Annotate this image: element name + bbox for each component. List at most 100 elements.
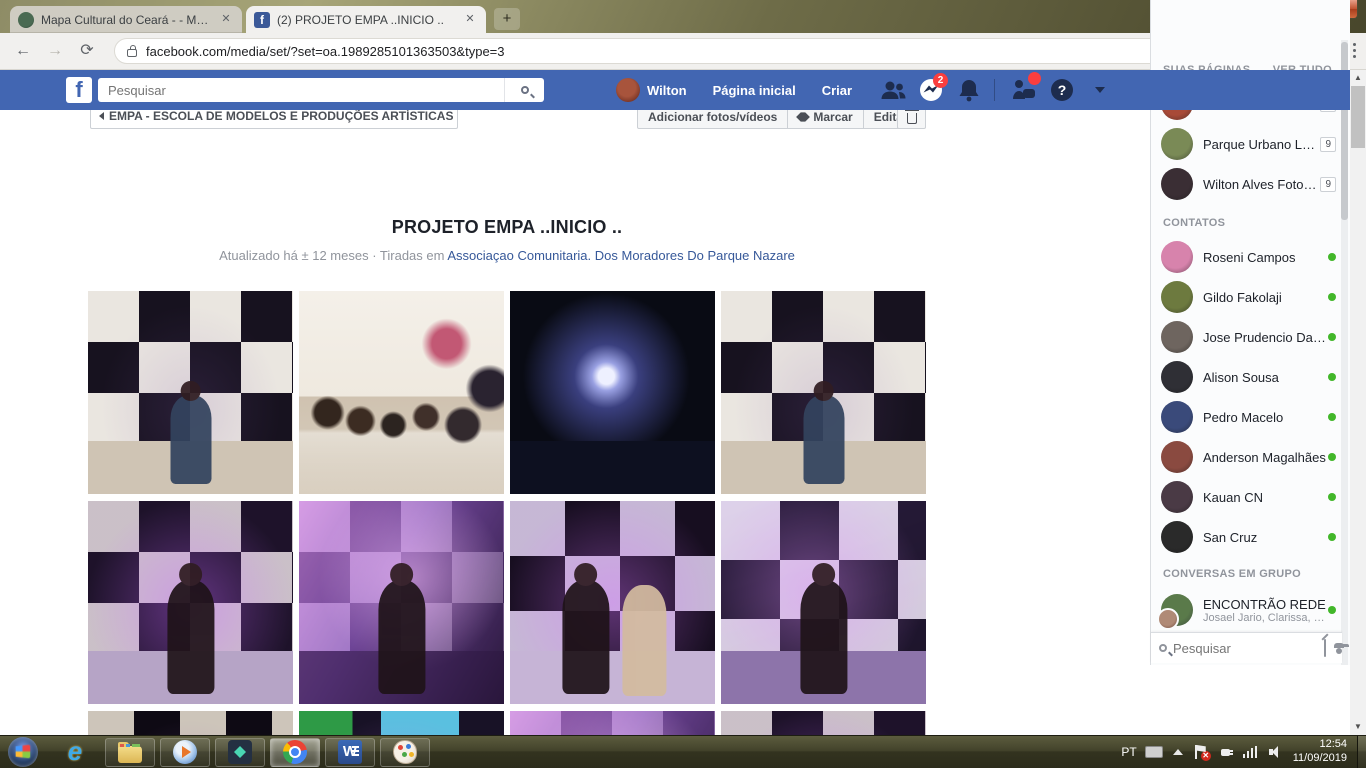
gaming-video-button[interactable] [1009, 76, 1039, 104]
taskbar-clock[interactable]: 12:54 11/09/2019 [1293, 738, 1347, 766]
contact-name: Pedro Macelo [1203, 410, 1328, 425]
address-bar[interactable]: facebook.com/media/set/?set=oa.198928510… [114, 38, 1265, 64]
contact-avatar [1161, 361, 1193, 393]
group-avatar [1161, 594, 1193, 626]
keyboard-icon[interactable] [1145, 746, 1163, 758]
album-photo[interactable] [721, 501, 926, 704]
photo-layer-glow [510, 711, 715, 735]
album-location-link[interactable]: Associaçao Comunitaria. Dos Moradores Do… [447, 248, 795, 263]
album-photo[interactable] [510, 291, 715, 494]
facebook-search[interactable] [98, 78, 544, 102]
media-player-icon [173, 740, 197, 764]
compose-icon [1324, 639, 1326, 657]
taskbar-app-paint[interactable] [380, 738, 430, 767]
home-link[interactable]: Página inicial [713, 83, 796, 98]
album-photo[interactable] [510, 711, 715, 735]
contact-item[interactable]: Roseni Campos [1161, 239, 1336, 275]
tab-mapa-cultural[interactable]: Mapa Cultural do Ceará - - Mapa ✕ [10, 6, 242, 33]
search-input[interactable] [98, 83, 504, 98]
contact-item[interactable]: Kauan CN [1161, 479, 1336, 515]
contact-item[interactable]: Gildo Fakolaji [1161, 279, 1336, 315]
online-dot [1328, 533, 1336, 541]
contact-item[interactable]: Anderson Magalhães [1161, 439, 1336, 475]
tab-facebook-album[interactable]: f (2) PROJETO EMPA ..INICIO .. ✕ [246, 6, 486, 33]
start-button[interactable] [8, 737, 38, 767]
profile-link[interactable]: Wilton [647, 83, 687, 98]
taskbar-app-word[interactable]: W [325, 738, 375, 767]
online-dot [1328, 453, 1336, 461]
album-photo[interactable] [88, 501, 293, 704]
album-photo[interactable] [88, 291, 293, 494]
group-chat-item[interactable]: ENCONTRÃO REDE ...Josael Jario, Clarissa… [1161, 590, 1336, 630]
taskbar-app-internet-explorer[interactable]: e [50, 738, 100, 767]
taskbar-app-filmora[interactable] [215, 738, 265, 767]
photo-layer-fig [378, 580, 425, 694]
page-item[interactable]: Wilton Alves Fotos/Fil...9 [1161, 166, 1336, 202]
page-avatar [1161, 128, 1193, 160]
contact-avatar [1161, 401, 1193, 433]
friend-requests-button[interactable] [878, 76, 908, 104]
hidden-icons-arrow[interactable] [1173, 749, 1183, 755]
album-photo[interactable] [299, 711, 504, 735]
taskbar: e W PT ✕ 12:54 11/09/2019 [0, 735, 1366, 768]
tab-close-icon[interactable]: ✕ [462, 12, 478, 28]
chevron-down-icon [1095, 87, 1105, 93]
album-photo[interactable] [88, 711, 293, 735]
internet-explorer-icon: e [63, 740, 87, 764]
contact-item[interactable]: Pedro Macelo [1161, 399, 1336, 435]
network-signal-icon[interactable] [1243, 746, 1259, 758]
volume-icon[interactable] [1269, 745, 1283, 759]
action-center-flag-icon[interactable]: ✕ [1195, 745, 1207, 759]
profile-avatar[interactable] [616, 78, 640, 102]
tab-close-icon[interactable]: ✕ [218, 12, 234, 28]
back-icon[interactable]: ← [10, 38, 36, 64]
online-dot [1328, 293, 1336, 301]
scroll-thumb[interactable] [1351, 86, 1365, 148]
word-icon: W [338, 740, 362, 764]
language-indicator[interactable]: PT [1121, 745, 1136, 759]
sidebar-scroll-thumb[interactable] [1341, 42, 1348, 220]
help-button[interactable]: ? [1047, 76, 1077, 104]
photo-layer-floor [510, 441, 715, 494]
online-dot [1328, 493, 1336, 501]
photo-layer-floor [510, 651, 715, 704]
power-plug-icon[interactable] [1219, 745, 1233, 759]
create-link[interactable]: Criar [822, 83, 852, 98]
scroll-up-icon[interactable]: ▲ [1350, 70, 1366, 86]
album-photo[interactable] [299, 291, 504, 494]
notifications-button[interactable] [954, 76, 984, 104]
contact-item[interactable]: Jose Prudencio Da Si... [1161, 319, 1336, 355]
page-item[interactable]: Parque Urbano Lagoa ...9 [1161, 126, 1336, 162]
album-photo[interactable] [299, 501, 504, 704]
taskbar-app-file-explorer[interactable] [105, 738, 155, 767]
group-name: ENCONTRÃO REDE ... [1203, 597, 1328, 612]
chat-search-input[interactable] [1173, 641, 1308, 656]
windows-logo-icon [16, 745, 31, 759]
account-menu-button[interactable] [1085, 76, 1115, 104]
contact-item[interactable]: Alison Sousa [1161, 359, 1336, 395]
album-photo[interactable] [721, 291, 926, 494]
page-scrollbar[interactable]: ▲ ▼ [1350, 70, 1366, 735]
forward-icon[interactable]: → [42, 38, 68, 64]
album-photo[interactable] [721, 711, 926, 735]
taskbar-app-media-player[interactable] [160, 738, 210, 767]
photo-layer-fig [803, 395, 844, 484]
new-message-button[interactable] [1324, 641, 1326, 655]
contact-name: Alison Sousa [1203, 370, 1328, 385]
show-desktop-button[interactable] [1357, 736, 1366, 768]
scroll-down-icon[interactable]: ▼ [1350, 719, 1366, 735]
facebook-logo[interactable]: f [66, 77, 92, 103]
contact-item[interactable]: San Cruz [1161, 519, 1336, 555]
messenger-button[interactable]: 2 [916, 76, 946, 104]
facebook-nav: Wilton Página inicial Criar 2 [616, 76, 1123, 104]
search-button[interactable] [504, 78, 544, 102]
group-avatar-secondary [1157, 608, 1179, 630]
reload-icon[interactable]: ⟳ [74, 38, 100, 64]
taskbar-app-chrome[interactable] [270, 738, 320, 767]
url-text[interactable]: facebook.com/media/set/?set=oa.198928510… [146, 44, 505, 59]
page-avatar [1161, 168, 1193, 200]
new-tab-button[interactable]: + [494, 8, 520, 30]
chat-search-bar [1151, 632, 1342, 663]
album-photo[interactable] [510, 501, 715, 704]
browser-menu-icon[interactable] [1353, 49, 1356, 52]
